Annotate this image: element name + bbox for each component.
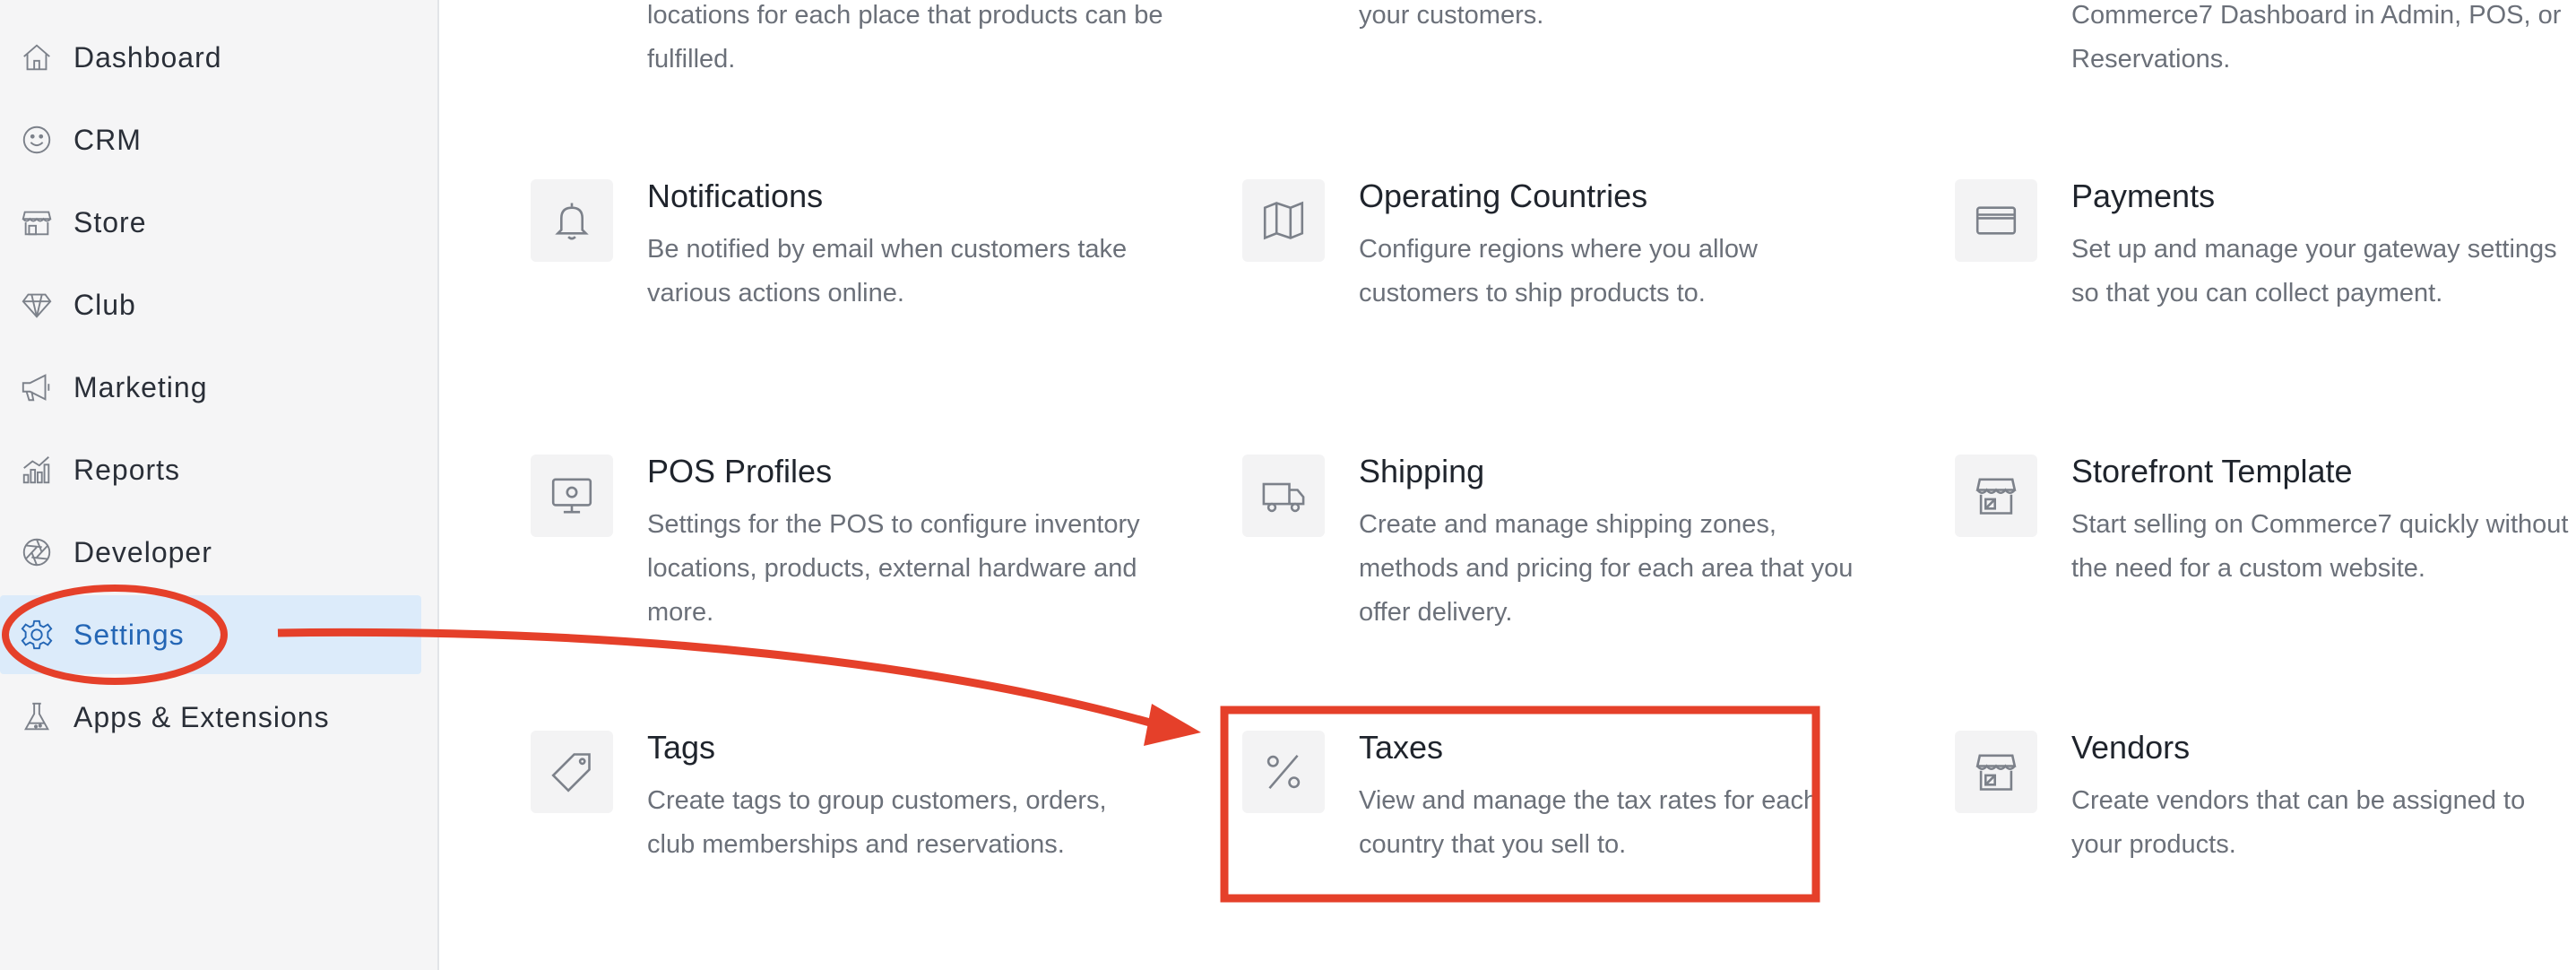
- storefront-icon: [18, 204, 56, 241]
- card-description: Create tags to group customers, orders, …: [647, 786, 1107, 859]
- sidebar-item-reports[interactable]: Reports: [0, 430, 421, 509]
- megaphone-icon: [18, 368, 56, 406]
- diamond-icon: [18, 286, 56, 324]
- sidebar-item-dashboard[interactable]: Dashboard: [0, 18, 421, 97]
- card-title: Notifications: [647, 178, 824, 214]
- smiley-icon: [18, 121, 56, 159]
- chart-icon: [18, 451, 56, 489]
- card-description: Create and manage shipping zones, method…: [1359, 510, 1854, 627]
- card-title: Shipping: [1359, 453, 1485, 489]
- sidebar-item-settings[interactable]: Settings: [0, 595, 421, 674]
- percent-icon: [1242, 731, 1325, 813]
- sidebar-item-developer[interactable]: Developer: [0, 513, 421, 592]
- flask-icon: [18, 698, 56, 736]
- tag-icon: [531, 731, 613, 813]
- credit-card-icon: [1955, 179, 2037, 262]
- bell-icon: [531, 179, 613, 262]
- sidebar-item-label: CRM: [73, 123, 142, 156]
- sidebar-item-label: Reports: [73, 453, 181, 486]
- card-description: Be notified by email when customers take…: [647, 235, 1128, 307]
- card-description: Settings for the POS to configure invent…: [647, 510, 1140, 627]
- sidebar: Dashboard CRM Store Club Marketing Repor…: [0, 0, 439, 970]
- sidebar-item-marketing[interactable]: Marketing: [0, 348, 421, 427]
- card-title: Vendors: [2071, 729, 2191, 766]
- card-description: View and manage the tax rates for each c…: [1359, 786, 1819, 859]
- truck-icon: [1242, 455, 1325, 537]
- card-description: your customers.: [1359, 1, 1544, 30]
- sidebar-item-label: Store: [73, 205, 147, 238]
- sidebar-item-label: Dashboard: [73, 40, 222, 74]
- storefront-icon: [1955, 455, 2037, 537]
- card-description: Start selling on Commerce7 quickly witho…: [2071, 510, 2569, 583]
- sidebar-item-label: Marketing: [73, 370, 208, 403]
- sidebar-item-club[interactable]: Club: [0, 265, 421, 344]
- sidebar-item-apps-extensions[interactable]: Apps & Extensions: [0, 678, 421, 757]
- card-title: POS Profiles: [647, 453, 833, 489]
- card-description: Configure regions where you allow custom…: [1359, 235, 1758, 307]
- annotation-arrowhead: [1144, 704, 1201, 746]
- card-title: Operating Countries: [1359, 178, 1648, 214]
- card-description: Create vendors that can be assigned to y…: [2071, 786, 2526, 859]
- card-description: Set up and manage your gateway settings …: [2071, 235, 2557, 307]
- sidebar-item-store[interactable]: Store: [0, 183, 421, 262]
- home-icon: [18, 39, 56, 76]
- gear-icon: [18, 616, 56, 654]
- sidebar-item-label: Developer: [73, 535, 212, 568]
- card-description: Commerce7 Dashboard in Admin, POS, or Re…: [2071, 1, 2562, 74]
- monitor-icon: [531, 455, 613, 537]
- sidebar-item-label: Apps & Extensions: [73, 700, 330, 733]
- sidebar-item-crm[interactable]: CRM: [0, 100, 421, 179]
- card-title: Storefront Template: [2071, 453, 2353, 489]
- card-description: locations for each place that products c…: [647, 1, 1163, 74]
- card-title: Tags: [647, 729, 716, 766]
- card-title: Taxes: [1359, 729, 1444, 766]
- sidebar-item-label: Club: [73, 288, 136, 321]
- map-icon: [1242, 179, 1325, 262]
- aperture-icon: [18, 533, 56, 571]
- card-title: Payments: [2071, 178, 2216, 214]
- storefront-icon: [1955, 731, 2037, 813]
- sidebar-item-label: Settings: [73, 618, 185, 651]
